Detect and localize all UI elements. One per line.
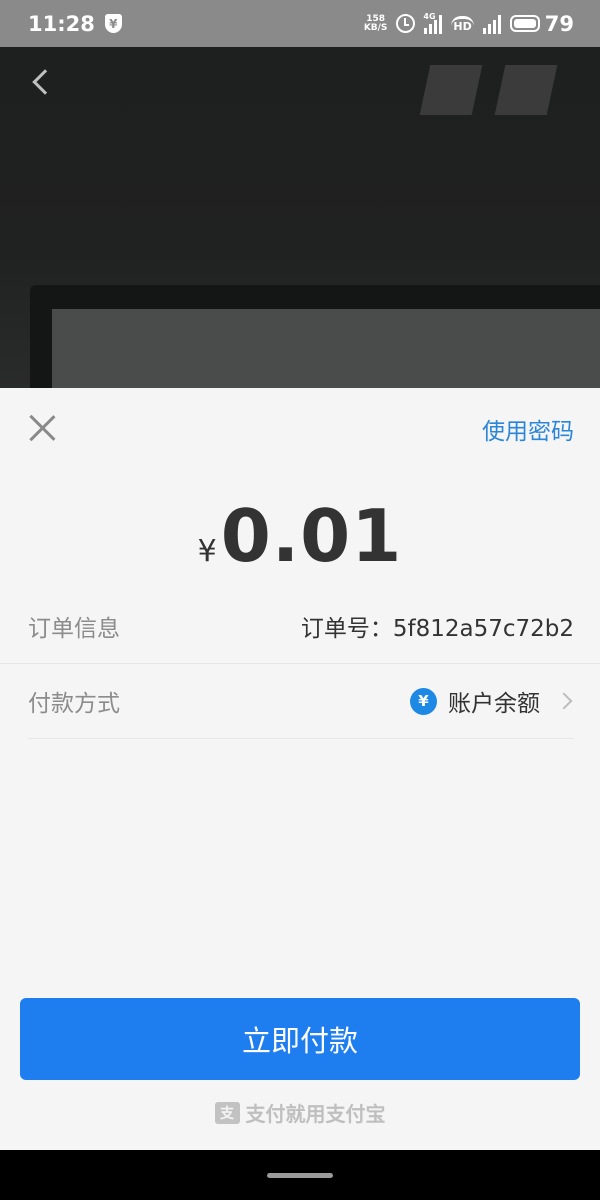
hd-voice-icon: HD	[451, 15, 474, 32]
use-password-link[interactable]: 使用密码	[482, 412, 574, 446]
monitor-screen-shape	[52, 309, 600, 388]
payment-method-row[interactable]: 付款方式 ¥ 账户余额	[28, 663, 574, 739]
alipay-footer: 支 支付就用支付宝	[0, 1098, 600, 1127]
shield-icon: ¥	[104, 14, 122, 33]
camera-background	[0, 47, 600, 388]
status-bar: 11:28 ¥ 158 KB/S 4G HD 79	[0, 0, 600, 47]
signal-icon-secondary	[482, 14, 501, 34]
battery-indicator: 79	[509, 11, 574, 36]
alipay-logo-icon: 支	[214, 1101, 240, 1124]
battery-level: 79	[544, 11, 574, 36]
battery-icon	[509, 15, 540, 32]
home-indicator[interactable]	[267, 1173, 333, 1178]
pay-now-button[interactable]: 立即付款	[20, 998, 580, 1080]
payment-method-value: ¥ 账户余额	[410, 684, 574, 718]
ceiling-light	[419, 65, 483, 115]
order-info-label: 订单信息	[28, 616, 120, 642]
chevron-right-icon	[555, 692, 573, 710]
network-speed: 158 KB/S	[363, 14, 388, 33]
order-info-row: 订单信息 订单号：5f812a57c72b2	[0, 588, 600, 664]
amount-currency: ¥	[197, 534, 217, 569]
payment-method-name: 账户余额	[448, 691, 540, 717]
amount-value: 0.01	[220, 494, 403, 578]
alarm-icon	[396, 14, 416, 33]
alipay-slogan: 支付就用支付宝	[245, 1102, 386, 1126]
ceiling-light	[494, 65, 558, 115]
network-speed-unit: KB/S	[363, 22, 388, 33]
payment-amount: ¥ 0.01	[0, 494, 600, 578]
payment-sheet: 使用密码 ¥ 0.01 订单信息 订单号：5f812a57c72b2 付款方式 …	[0, 388, 600, 1150]
close-icon[interactable]	[28, 414, 56, 442]
order-number: 订单号：5f812a57c72b2	[300, 616, 574, 642]
back-arrow-icon[interactable]	[32, 69, 58, 95]
yen-circle-icon: ¥	[410, 687, 437, 715]
status-icons: 158 KB/S 4G HD 79	[364, 12, 574, 36]
status-time: 11:28	[28, 11, 95, 36]
navigation-bar	[0, 1150, 600, 1200]
network-type-tag: 4G	[423, 11, 436, 21]
payment-method-label: 付款方式	[28, 691, 120, 717]
signal-icon: 4G	[423, 11, 443, 34]
